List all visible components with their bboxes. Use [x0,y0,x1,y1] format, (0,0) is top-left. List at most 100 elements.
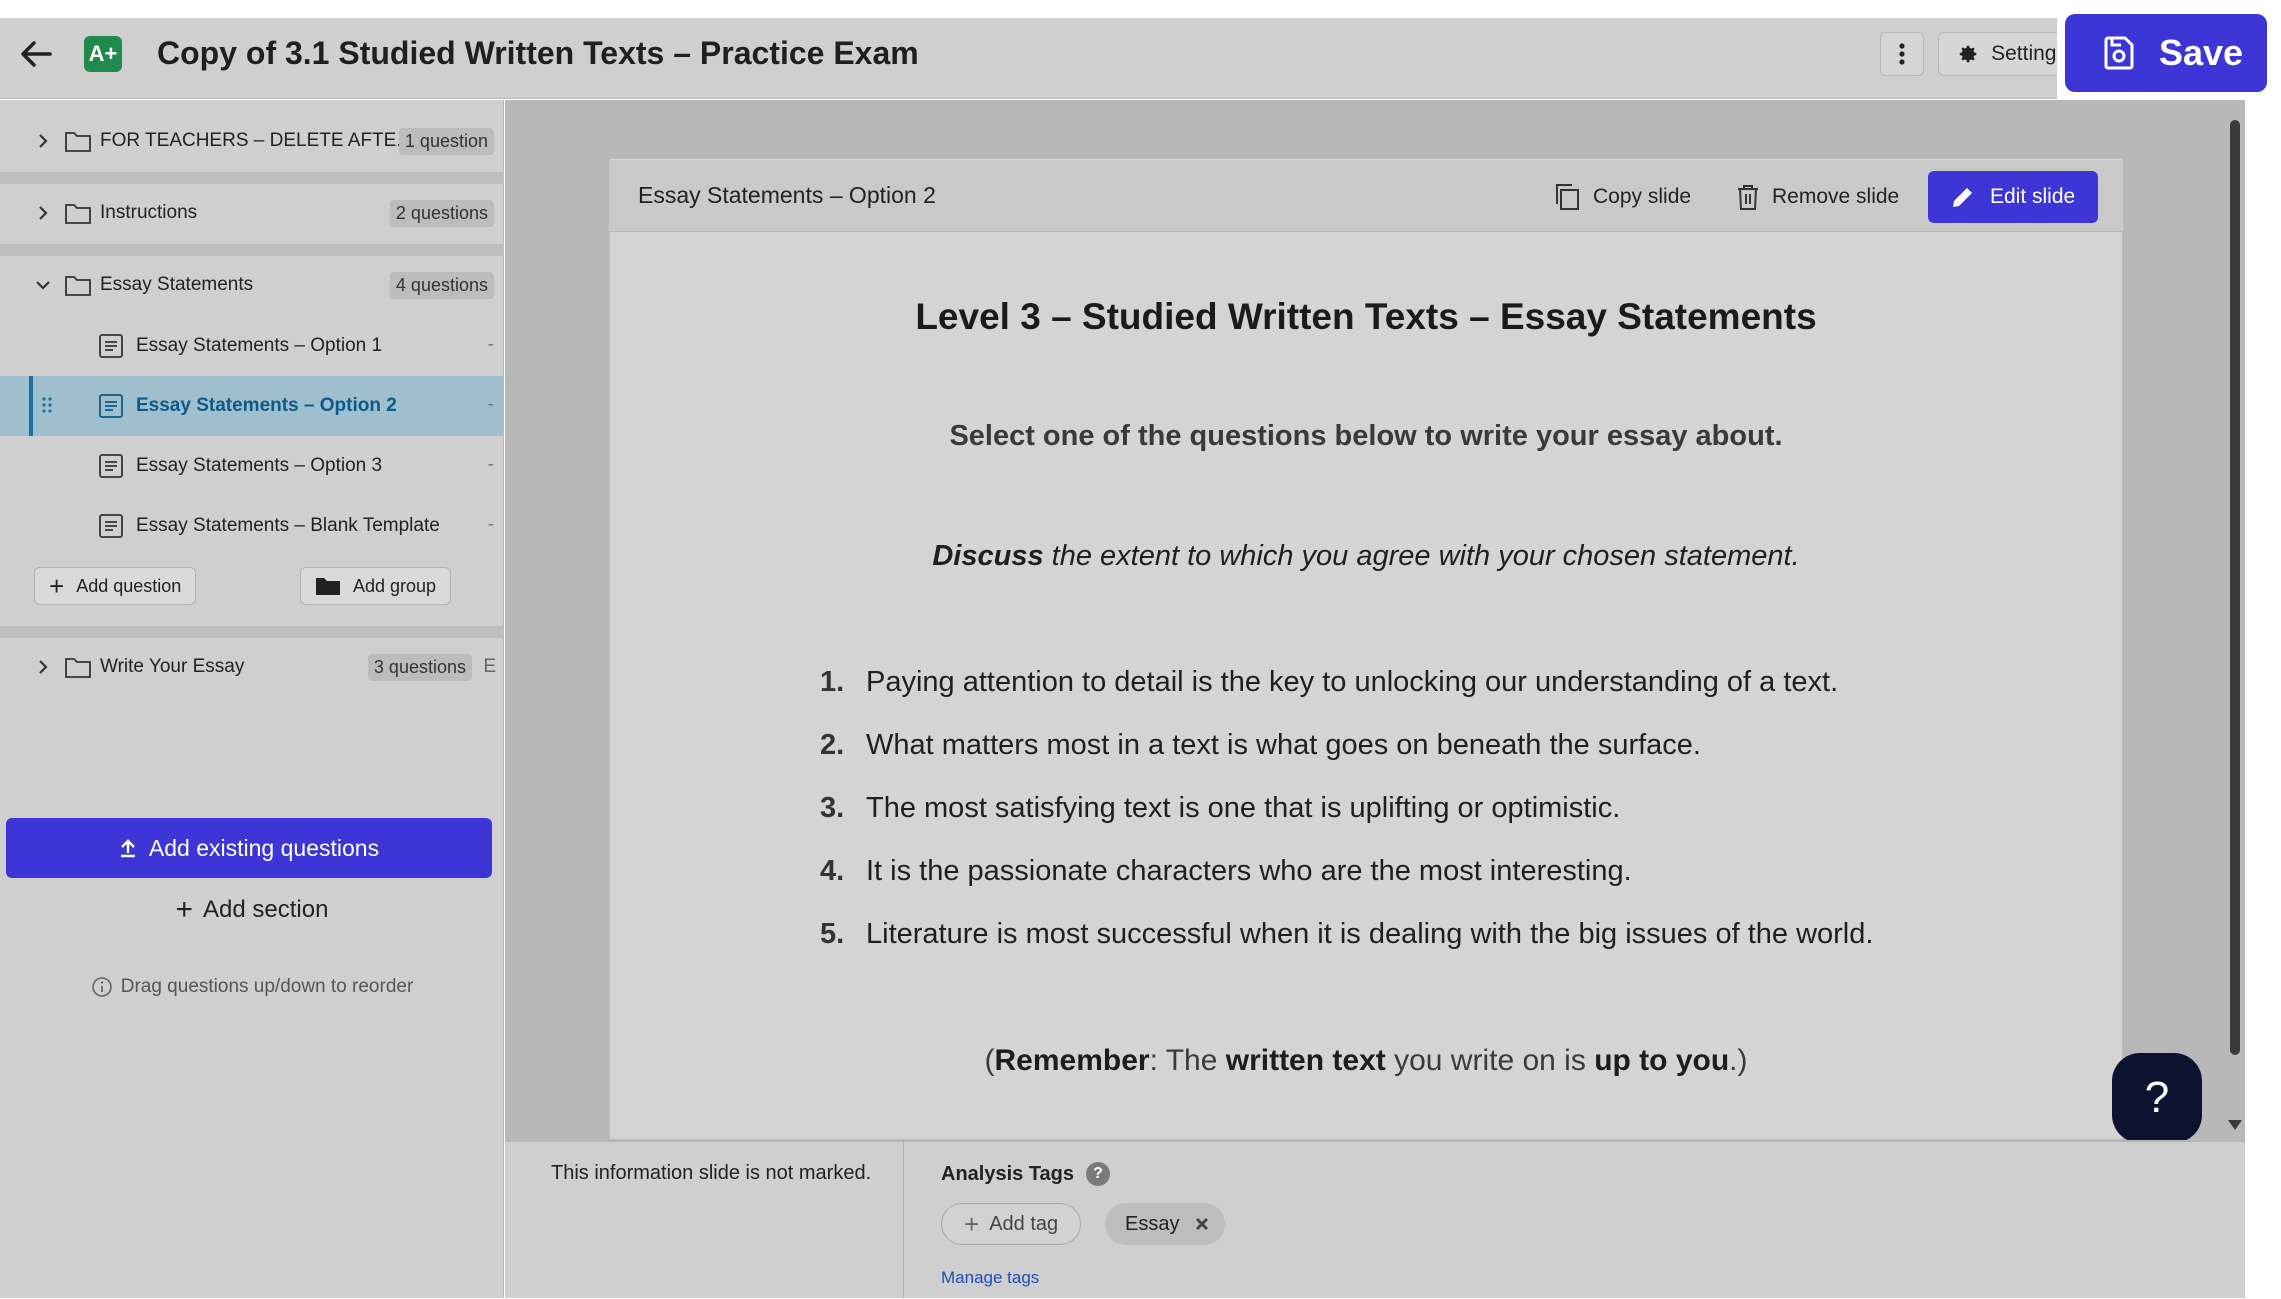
save-file-icon [2104,36,2134,70]
statement-number: 5. [820,918,845,950]
chevron-right-icon[interactable] [32,130,54,152]
copy-slide-label: Copy slide [1593,185,1692,208]
question-count-badge: 3 questions [367,653,472,681]
add-section-label: Add section [203,896,329,923]
section-essay-statements[interactable]: Essay Statements 4 questions [0,254,504,316]
save-button[interactable]: Save [2065,14,2267,92]
folder-icon [65,276,91,296]
section-instructions[interactable]: Instructions 2 questions [0,182,504,244]
section-label: Essay Statements [100,274,254,295]
question-value: - [487,514,494,535]
question-count-badge: 2 questions [389,199,494,227]
edit-slide-button[interactable]: Edit slide [1928,171,2098,223]
discuss-text: the extent to which you agree with your … [1043,540,1800,572]
plus-icon: + [964,1209,980,1239]
add-question-label: Add question [76,575,182,596]
slide-document-icon [99,334,123,358]
drag-handle-icon[interactable] [40,395,56,415]
question-value: - [487,394,494,415]
section-label: Write Your Essay [100,656,245,677]
statement-text: What matters most in a text is what goes… [866,729,1701,761]
help-circle-icon[interactable]: ? [1086,1162,1111,1186]
plus-icon: + [49,571,65,601]
more-options-button[interactable] [1880,32,1924,76]
help-button[interactable]: ? [2112,1053,2202,1143]
statement-number: 4. [820,855,845,887]
settings-label: Settings [1991,42,2067,65]
question-label: Essay Statements – Blank Template [136,515,440,536]
question-item[interactable]: Essay Statements – Option 3 - [0,436,504,496]
back-arrow-icon[interactable] [16,34,56,74]
add-existing-label: Add existing questions [148,834,380,861]
edit-slide-label: Edit slide [1990,185,2076,208]
question-value: - [487,334,494,355]
chevron-right-icon[interactable] [32,656,54,678]
close-icon[interactable] [1195,1217,1209,1231]
slide-document-icon [99,454,123,478]
add-question-button[interactable]: + Add question [34,567,197,605]
trash-icon [1738,185,1758,210]
section-trailing: E [483,656,496,677]
folder-filled-icon [316,578,340,595]
tag-chip: Essay [1105,1203,1226,1245]
section-write-your-essay[interactable]: Write Your Essay 3 questions E [0,636,504,698]
kebab-menu-icon [1899,43,1905,65]
analysis-tags-label: Analysis Tags [941,1162,1075,1185]
question-count-badge: 1 question [398,127,494,155]
analysis-tags-heading: Analysis Tags ? [941,1162,1111,1186]
remember-part: .) [1729,1044,1748,1077]
add-section-button[interactable]: + Add section [0,893,504,926]
remember-part: ( [984,1044,995,1077]
question-label: Essay Statements – Option 2 [136,395,397,416]
scrollbar-thumb[interactable] [2230,120,2240,1055]
slide-instruction: Discuss the extent to which you agree wi… [609,540,2123,573]
document-title: Copy of 3.1 Studied Written Texts – Prac… [157,35,919,71]
statement-text: It is the passionate characters who are … [866,855,1632,887]
add-tag-label: Add tag [989,1212,1059,1235]
question-item-selected[interactable]: Essay Statements – Option 2 - [0,376,504,436]
app-frame: A+ Copy of 3.1 Studied Written Texts – P… [0,0,2281,1299]
add-tag-button[interactable]: + Add tag [941,1203,1082,1245]
slide-subheading: Select one of the questions below to wri… [949,420,1783,452]
app-logo-icon: A+ [84,36,122,72]
statement-number: 1. [820,666,845,698]
add-existing-questions-button[interactable]: Add existing questions [6,818,492,878]
drag-hint-text: Drag questions up/down to reorder [120,976,414,997]
remove-slide-button[interactable]: Remove slide [1736,176,1899,218]
copy-slide-button[interactable]: Copy slide [1553,176,1691,218]
help-question-icon: ? [2144,1073,2170,1122]
slide-document-icon [99,514,123,538]
upload-icon [120,839,135,858]
drag-hint: Drag questions up/down to reorder [0,976,504,998]
info-icon [91,977,112,997]
remember-bold: written text [1225,1044,1386,1077]
chevron-right-icon[interactable] [32,202,54,224]
question-value: - [487,454,494,475]
remember-note: (Remember: The written text you write on… [609,1044,2123,1078]
statement-item: 5. Literature is most successful when it … [820,918,1873,981]
slide-document-icon [99,394,123,418]
question-item[interactable]: Essay Statements – Blank Template - [0,496,504,556]
statement-item: 4. It is the passionate characters who ar… [820,855,1873,918]
scroll-down-arrow-icon[interactable] [2228,1120,2242,1130]
pencil-icon [1953,188,1972,207]
plus-icon: + [175,893,194,926]
question-item[interactable]: Essay Statements – Option 1 - [0,316,504,376]
save-label: Save [2159,32,2244,73]
statement-text: Literature is most successful when it is… [866,918,1874,950]
section-for-teachers[interactable]: FOR TEACHERS – DELETE AFTE... 1 question [0,110,504,172]
remove-slide-label: Remove slide [1772,185,1900,208]
manage-tags-link[interactable]: Manage tags [941,1268,1039,1288]
copy-icon [1556,184,1579,210]
sidebar: FOR TEACHERS – DELETE AFTE... 1 question… [0,100,504,1298]
question-label: Essay Statements – Option 1 [136,335,383,356]
panel-divider [903,1142,904,1298]
statement-text: The most satisfying text is one that is … [866,792,1621,824]
statement-item: 1. Paying attention to detail is the key … [820,666,1873,729]
remember-bold: up to you [1594,1044,1730,1077]
settings-button[interactable]: Settings [1938,32,2068,76]
chevron-down-icon[interactable] [32,274,54,296]
question-label: Essay Statements – Option 3 [136,455,383,476]
add-group-button[interactable]: Add group [300,567,452,605]
folder-icon [65,658,91,678]
